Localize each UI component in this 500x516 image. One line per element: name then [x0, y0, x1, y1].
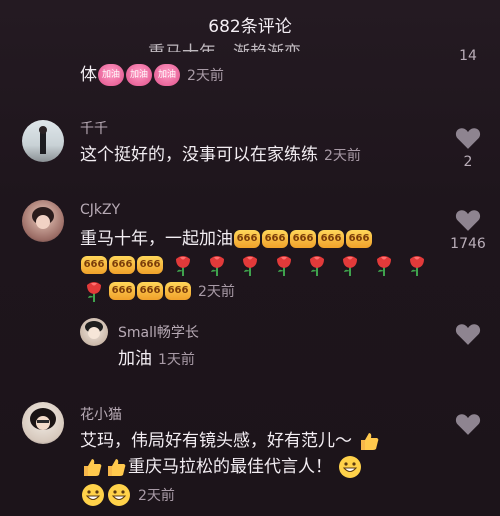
- grinning-face-icon: [108, 484, 130, 506]
- reply-item: Small畅学长 加油 1天前: [0, 316, 500, 380]
- comment-time: 2天前: [324, 148, 361, 164]
- comment-time: 2天前: [198, 284, 235, 300]
- emoji-666: 666: [346, 230, 372, 248]
- like-heart-icon[interactable]: [455, 412, 481, 436]
- comment-text: 艾玛，伟局好有镜头感，好有范儿～: [80, 428, 381, 454]
- emoji-666: 666: [165, 282, 191, 300]
- avatar[interactable]: [22, 402, 64, 444]
- comments-count-title: 682条评论: [208, 16, 292, 37]
- comment-text-line2: 666 666 666: [80, 252, 431, 278]
- rose-icon: [343, 256, 358, 276]
- comment-text-line3: 666 666 666 2天前: [80, 278, 235, 305]
- grinning-face-icon: [339, 456, 362, 478]
- like-count: 2: [463, 154, 473, 170]
- comment-time: 2天前: [138, 488, 175, 504]
- jiayou-emoji: 加油: [154, 64, 180, 86]
- like-heart-icon[interactable]: [455, 322, 481, 346]
- rose-icon: [176, 256, 191, 276]
- comment-text-line2: 重庆马拉松的最佳代言人！: [80, 454, 363, 480]
- emoji-666: 666: [262, 230, 288, 248]
- rose-icon: [376, 256, 391, 276]
- comment-text: 重马十年，一起加油 666 666 666 666 666: [80, 226, 373, 252]
- comment-author[interactable]: CJkZY: [80, 202, 120, 218]
- comment-text-top: …………重马十年，渐趋渐变，…………: [80, 43, 386, 52]
- comment-item: 花小猫 艾玛，伟局好有镜头感，好有范儿～ 重庆马拉松的最佳代言人！ 2天前: [0, 398, 500, 516]
- emoji-666: 666: [318, 230, 344, 248]
- jiayou-emoji: 加油: [98, 64, 124, 86]
- grinning-face-icon: [82, 484, 104, 506]
- emoji-666: 666: [234, 230, 260, 248]
- rose-icon: [276, 256, 291, 276]
- comment-author[interactable]: 千千: [80, 118, 108, 138]
- like-count: 1746: [450, 236, 486, 252]
- comment-text-cut: …………重马十年，渐趋渐变，…………: [80, 40, 386, 52]
- like-heart-icon[interactable]: [455, 126, 481, 150]
- thumbs-up-icon: [84, 459, 102, 476]
- avatar[interactable]: [80, 318, 108, 346]
- rose-icon: [209, 256, 224, 276]
- thumbs-up-icon: [108, 459, 126, 476]
- emoji-666: 666: [290, 230, 316, 248]
- rose-icon: [410, 256, 425, 276]
- comment-item: 千千 这个挺好的，没事可以在家练练 2天前 2: [0, 112, 500, 182]
- like-heart-icon[interactable]: [455, 208, 481, 232]
- emoji-666: 666: [137, 256, 163, 274]
- rose-icon: [243, 256, 258, 276]
- comment-item: CJkZY 重马十年，一起加油 666 666 666 666 666 666 666 666…: [0, 196, 500, 308]
- comment-text-line3: 2天前: [80, 482, 175, 509]
- comment-author[interactable]: 花小猫: [80, 404, 122, 424]
- rose-icon: [87, 282, 101, 302]
- emoji-666: 666: [137, 282, 163, 300]
- rose-icon: [310, 256, 325, 276]
- comment-time: 2天前: [187, 68, 224, 84]
- jiayou-emoji: 加油: [126, 64, 152, 86]
- comment-text: 这个挺好的，没事可以在家练练 2天前: [80, 145, 361, 165]
- comment-text: 体加油 加油 加油 2天前: [80, 64, 224, 86]
- emoji-666: 666: [109, 256, 135, 274]
- reply-text: 加油 1天前: [118, 349, 195, 369]
- comment-item: …………重马十年，渐趋渐变，………… 体加油加油加油2天前 14: [0, 40, 500, 92]
- avatar[interactable]: [22, 200, 64, 242]
- avatar[interactable]: [22, 120, 64, 162]
- like-count: 14: [459, 48, 477, 64]
- emoji-666: 666: [109, 282, 135, 300]
- emoji-666: 666: [81, 256, 107, 274]
- reply-author[interactable]: Small畅学长: [118, 322, 199, 342]
- comment-time: 1天前: [158, 352, 195, 368]
- thumbs-up-icon: [361, 433, 379, 450]
